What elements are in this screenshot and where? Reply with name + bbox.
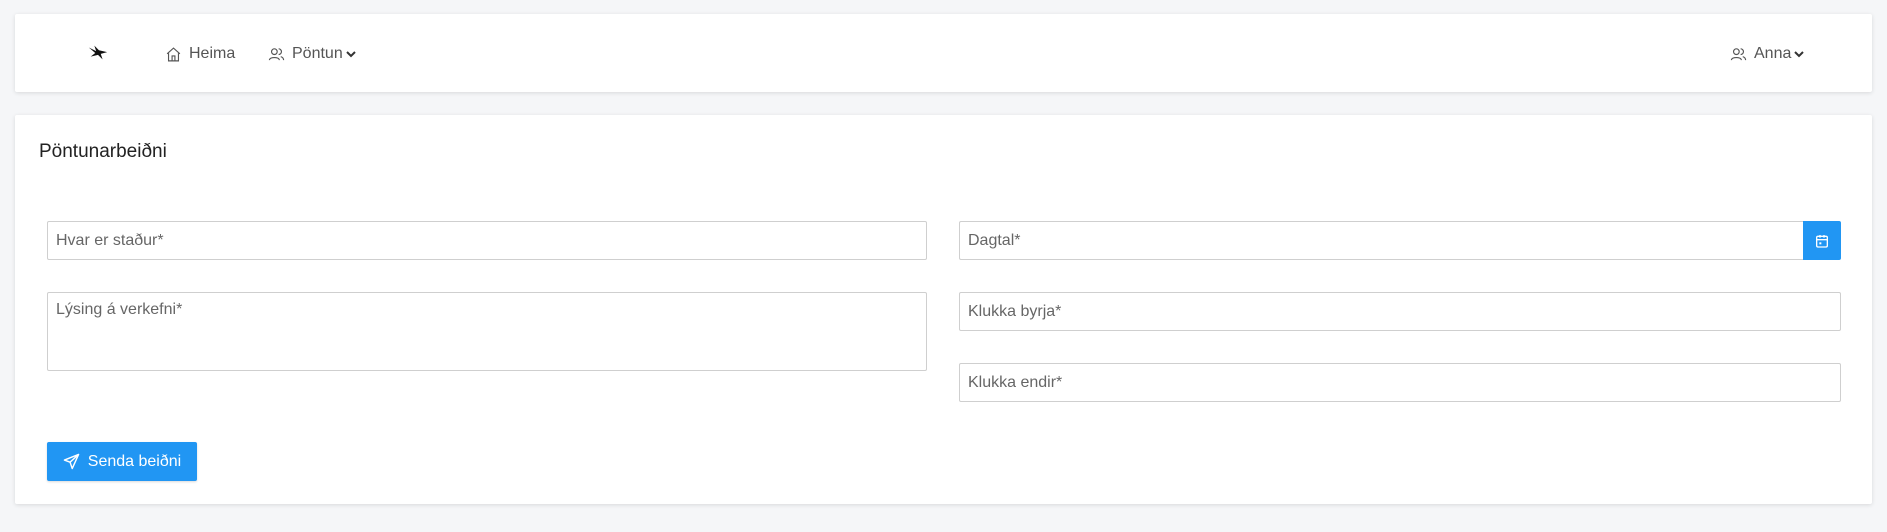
- chevron-down-icon: [346, 51, 356, 58]
- send-icon: [63, 453, 80, 470]
- start-time-input[interactable]: [959, 292, 1841, 331]
- chevron-down-icon: [1794, 51, 1805, 58]
- home-icon: [166, 46, 181, 61]
- nav-order-label: Pöntun: [292, 45, 343, 62]
- date-input[interactable]: [959, 221, 1803, 260]
- send-request-label: Senda beiðni: [87, 452, 182, 470]
- users-icon: [268, 47, 285, 60]
- send-request-button[interactable]: Senda beiðni: [47, 442, 197, 481]
- calendar-icon: [1816, 234, 1828, 248]
- user-name-label: Anna: [1754, 45, 1792, 62]
- end-time-input[interactable]: [959, 363, 1841, 402]
- place-input[interactable]: [47, 221, 927, 260]
- date-picker-button[interactable]: [1803, 221, 1841, 260]
- order-request-card: Pöntunarbeiðni Senda beiðni: [15, 115, 1872, 504]
- page-title: Pöntunarbeiðni: [39, 141, 167, 162]
- nav-order-dropdown[interactable]: Pöntun: [268, 44, 357, 64]
- user-menu-dropdown[interactable]: Anna: [1730, 44, 1805, 64]
- nav-home-label: Heima: [189, 45, 236, 62]
- top-navbar: Heima Pöntun Anna: [15, 14, 1872, 92]
- bird-logo-icon[interactable]: [87, 42, 109, 64]
- nav-home[interactable]: Heima: [165, 44, 235, 64]
- user-icon: [1730, 47, 1747, 60]
- description-textarea[interactable]: [47, 292, 927, 371]
